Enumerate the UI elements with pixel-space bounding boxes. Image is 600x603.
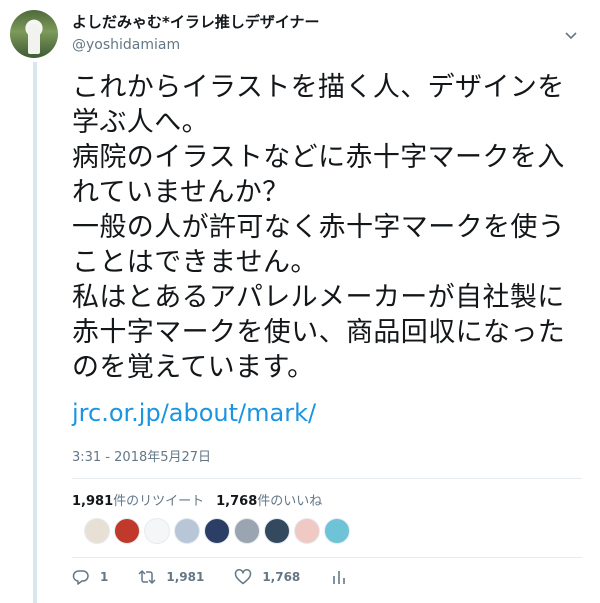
tweet-header: よしだみゃむ*イラレ推しデザイナー @yoshidamiam bbox=[72, 12, 572, 55]
liker-avatar[interactable] bbox=[144, 518, 170, 544]
retweets-label[interactable]: 件のリツイート bbox=[113, 494, 204, 509]
tweet-stats: 1,981件のリツイート 1,768件のいいね bbox=[72, 490, 322, 509]
tweet-timestamp[interactable]: 3:31 - 2018年5月27日 bbox=[72, 446, 211, 465]
reply-count: 1 bbox=[100, 570, 109, 584]
like-count: 1,768 bbox=[262, 570, 301, 584]
likes-label[interactable]: 件のいいね bbox=[257, 494, 322, 509]
like-icon bbox=[235, 569, 252, 585]
reply-icon bbox=[72, 570, 89, 585]
liker-avatar[interactable] bbox=[114, 518, 140, 544]
tweet-link[interactable]: jrc.or.jp/about/mark/ bbox=[72, 398, 316, 428]
tweet-actions: 1 1,981 1,768 bbox=[72, 568, 388, 586]
liker-avatar[interactable] bbox=[174, 518, 200, 544]
liker-avatar[interactable] bbox=[234, 518, 260, 544]
likes-count[interactable]: 1,768 bbox=[216, 494, 257, 509]
liker-avatar[interactable] bbox=[84, 518, 110, 544]
chevron-down-icon[interactable] bbox=[564, 28, 578, 42]
analytics-button[interactable] bbox=[330, 568, 358, 586]
liker-avatar[interactable] bbox=[204, 518, 230, 544]
username[interactable]: @yoshidamiam bbox=[72, 35, 572, 55]
display-name[interactable]: よしだみゃむ*イラレ推しデザイナー bbox=[72, 12, 572, 32]
divider bbox=[72, 557, 582, 558]
liker-avatar[interactable] bbox=[264, 518, 290, 544]
divider bbox=[72, 478, 582, 479]
retweet-icon bbox=[138, 569, 156, 585]
tweet-text: これからイラストを描く人、デザインを 学ぶ人へ。 病院のイラストなどに赤十字マー… bbox=[72, 72, 566, 383]
like-button[interactable]: 1,768 bbox=[234, 568, 300, 586]
liker-avatar[interactable] bbox=[324, 518, 350, 544]
liker-avatars bbox=[84, 518, 354, 544]
retweet-button[interactable]: 1,981 bbox=[138, 568, 204, 586]
liker-avatar[interactable] bbox=[294, 518, 320, 544]
avatar-figure bbox=[28, 24, 40, 54]
avatar[interactable] bbox=[10, 10, 58, 58]
thread-line bbox=[33, 62, 37, 603]
reply-button[interactable]: 1 bbox=[72, 568, 108, 586]
analytics-icon bbox=[333, 571, 346, 584]
retweet-count: 1,981 bbox=[166, 570, 205, 584]
retweets-count[interactable]: 1,981 bbox=[72, 494, 113, 509]
